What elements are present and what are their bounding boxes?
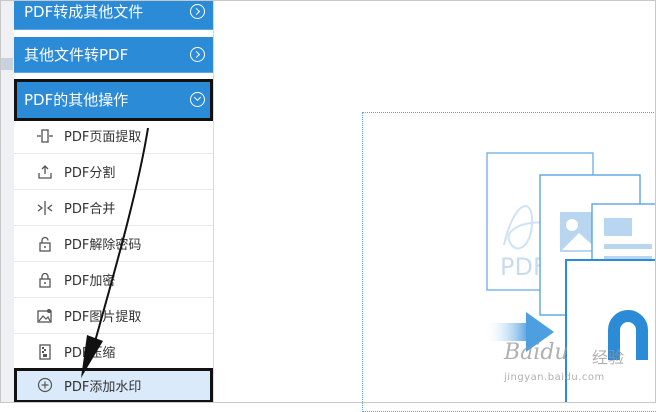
- left-edge-panel: [0, 0, 15, 403]
- sidebar-item-label: PDF加密: [64, 274, 116, 289]
- lock-icon: [37, 272, 53, 288]
- split-icon: [37, 164, 53, 180]
- merge-icon: [37, 200, 53, 216]
- left-edge-marker: [0, 58, 13, 70]
- sidebar-item-encrypt[interactable]: PDF加密: [14, 262, 213, 298]
- category-label: 其他文件转PDF: [24, 46, 129, 64]
- chevron-right-icon: [190, 47, 205, 62]
- chevron-down-icon: [190, 92, 205, 107]
- sidebar-item-label: PDF解除密码: [64, 238, 142, 253]
- conversion-arrow-icon: [484, 312, 554, 352]
- sidebar-item-label: PDF合并: [64, 202, 116, 217]
- sidebar-item-merge[interactable]: PDF合并: [14, 190, 213, 226]
- sidebar-item-image-extract[interactable]: PDF图片提取: [14, 298, 213, 334]
- add-watermark-icon: [37, 377, 53, 393]
- category-label: PDF转成其他文件: [24, 3, 144, 21]
- unlock-icon: [37, 236, 53, 252]
- sidebar-item-label: PDF添加水印: [64, 379, 142, 395]
- category-other-to-pdf[interactable]: 其他文件转PDF: [14, 37, 213, 73]
- sidebar-item-compress[interactable]: PDF压缩: [14, 334, 213, 370]
- sidebar: PDF转成其他文件 其他文件转PDF PDF的其他操作 PDF页面提取 PDF分…: [14, 0, 214, 403]
- category-label: PDF的其他操作: [24, 91, 129, 109]
- sidebar-item-unlock[interactable]: PDF解除密码: [14, 226, 213, 262]
- main-content: PDF: [214, 0, 656, 412]
- sidebar-item-add-watermark[interactable]: PDF添加水印: [14, 368, 213, 403]
- compress-icon: [37, 343, 53, 360]
- conversion-illustration: PDF: [484, 152, 656, 403]
- category-pdf-other-ops[interactable]: PDF的其他操作: [14, 79, 213, 121]
- sidebar-item-label: PDF压缩: [64, 346, 116, 361]
- sidebar-item-label: PDF分割: [64, 166, 116, 181]
- output-document-icon: [565, 259, 656, 403]
- chevron-right-icon: [190, 4, 205, 19]
- sidebar-item-label: PDF图片提取: [64, 310, 142, 325]
- category-pdf-to-other[interactable]: PDF转成其他文件: [14, 0, 213, 30]
- image-extract-icon: [37, 308, 53, 324]
- page-extract-icon: [37, 128, 53, 144]
- sidebar-item-split[interactable]: PDF分割: [14, 154, 213, 190]
- sidebar-item-label: PDF页面提取: [64, 130, 142, 145]
- sidebar-item-page-extract[interactable]: PDF页面提取: [14, 118, 213, 154]
